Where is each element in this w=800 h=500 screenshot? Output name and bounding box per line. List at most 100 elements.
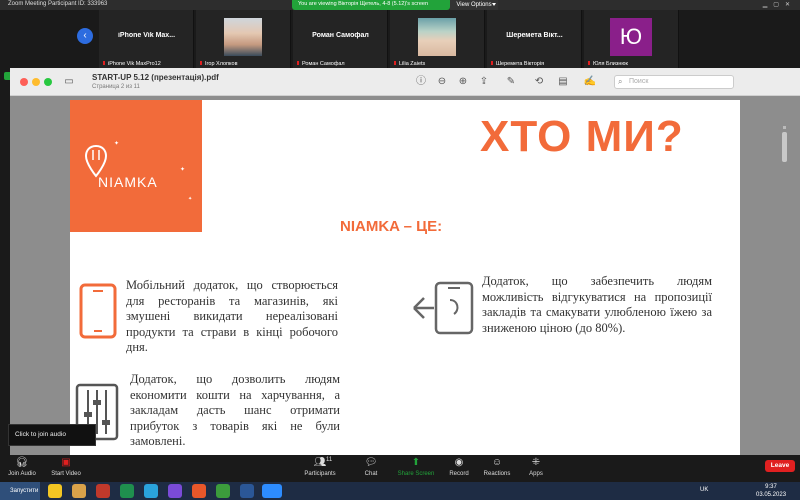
participants-icon: 👥︎	[313, 457, 327, 468]
page-info: Страница 2 из 11	[92, 84, 140, 90]
preview-toolbar: ▭ START-UP 5.12 (презентація).pdf Страни…	[10, 68, 800, 96]
logo-text: NIAMKA	[98, 174, 158, 190]
zoom-window-title: Zoom Meeting Participant ID: 333963	[8, 1, 108, 7]
telegram-icon[interactable]	[144, 484, 158, 498]
sharing-banner: You are viewing Вікторія Щетель, 4-8 (5.…	[292, 0, 450, 10]
slide-subtitle: NIAMKA – ЦЕ:	[340, 218, 443, 235]
participant-label: Роман Самофал	[302, 61, 345, 67]
video-off-icon: ▣	[61, 457, 71, 468]
clock-time: 9:37	[765, 484, 777, 490]
participant-name: iPhone Vik Max...	[117, 32, 176, 39]
search-placeholder: Поиск	[629, 78, 649, 85]
share-icon[interactable]: ⇪	[477, 75, 491, 89]
participant-tile[interactable]: Роман Самофал Роман Самофал	[293, 10, 388, 68]
join-audio-button[interactable]: 🎧︎ Join Audio	[6, 457, 38, 477]
leave-button[interactable]: Leave	[765, 460, 795, 472]
clock-date: 03.05.2023	[756, 492, 787, 498]
participant-tile[interactable]: iPhone Vik Max... iPhone Vik MaxPro12	[99, 10, 194, 68]
share-screen-button[interactable]: ⬆ Share Screen	[396, 457, 436, 477]
start-video-label: Start Video	[51, 471, 81, 477]
scrollbar-thumb[interactable]	[782, 132, 787, 162]
search-icon: ⌕	[618, 77, 623, 86]
participant-video	[224, 18, 262, 56]
apps-button[interactable]: ⁜ Apps	[524, 457, 548, 477]
tablet-icon	[79, 283, 117, 339]
feature-text: Мобільний додаток, що створюється для ре…	[126, 278, 338, 354]
minimize-window-button[interactable]	[32, 78, 40, 86]
participant-tile[interactable]: Lilia Zaiets	[390, 10, 485, 68]
markup-pen-icon[interactable]: ✎	[504, 75, 518, 89]
reactions-button[interactable]: ☺ Reactions	[482, 457, 512, 477]
scroll-up-arrow[interactable]	[783, 126, 786, 129]
start-button[interactable]: Запустити	[0, 482, 40, 500]
torrent-icon[interactable]	[216, 484, 230, 498]
info-icon[interactable]: ⓘ	[414, 75, 428, 89]
zoom-app-icon[interactable]	[262, 484, 282, 498]
headphones-icon: 🎧︎	[15, 457, 29, 468]
annotate-icon[interactable]: ✍	[583, 75, 597, 89]
chevron-down-icon	[492, 3, 496, 6]
search-input[interactable]: ⌕ Поиск	[614, 75, 734, 89]
slide-title: ХТО МИ?	[480, 112, 684, 161]
zoom-meeting-controls: 🎧︎ Join Audio ▣ Start Video 👥︎ 11 Partic…	[0, 455, 800, 482]
participant-tile[interactable]: Ігор Хлопков	[196, 10, 291, 68]
join-audio-tooltip: Click to join audio	[8, 424, 96, 446]
sidebar-toggle-icon[interactable]: ▭	[62, 75, 76, 89]
start-label: Запустити	[10, 488, 39, 494]
participant-label: Шеремета Вікторія	[496, 61, 545, 67]
viber-icon[interactable]	[168, 484, 182, 498]
record-button[interactable]: ◉ Record	[446, 457, 472, 477]
participant-avatar: Ю	[610, 18, 652, 56]
participant-label: Юля Близнюк	[593, 61, 628, 67]
window-controls[interactable]: ▁▢✕	[763, 1, 796, 8]
chat-icon: 💬︎	[364, 457, 378, 468]
view-options-button[interactable]: View Options	[450, 0, 498, 10]
maximize-window-button[interactable]	[44, 78, 52, 86]
folder-icon[interactable]	[72, 484, 86, 498]
feature-text: Додаток, що забезпечить людям можливість…	[482, 274, 712, 335]
file-explorer-icon[interactable]	[48, 484, 62, 498]
participant-name: Роман Самофал	[312, 32, 369, 39]
start-video-button[interactable]: ▣ Start Video	[48, 457, 84, 477]
document-viewport[interactable]: NIAMKA ✦ ✦ ✦ ХТО МИ? NIAMKA – ЦЕ: Мобіль…	[10, 96, 800, 455]
share-screen-label: Share Screen	[397, 471, 435, 477]
firefox-icon[interactable]	[192, 484, 206, 498]
location-pin-icon	[84, 144, 108, 178]
participant-name: Шеремета Вікт...	[506, 32, 563, 39]
zoom-out-icon[interactable]: ⊖	[435, 75, 449, 89]
media-player-icon[interactable]	[96, 484, 110, 498]
apps-label: Apps	[529, 471, 543, 477]
windows-taskbar: Запустити UK 9:37 03.05.2023	[0, 482, 800, 500]
chat-label: Chat	[364, 471, 378, 477]
feature-text: Додаток, що дозволить людям економити ко…	[130, 372, 340, 448]
phone-touch-icon	[413, 281, 474, 335]
zoom-titlebar: Zoom Meeting Participant ID: 333963 You …	[0, 0, 800, 10]
participant-tile[interactable]: Ю Юля Близнюк	[584, 10, 679, 68]
prev-page-button[interactable]: ‹	[77, 28, 93, 44]
sparkle-icon: ✦	[114, 141, 120, 147]
participant-tile[interactable]: Шеремета Вікт... Шеремета Вікторія	[487, 10, 582, 68]
chat-button[interactable]: 💬︎ Chat	[358, 457, 384, 477]
edge-browser-icon[interactable]	[120, 484, 134, 498]
language-indicator[interactable]: UK	[700, 487, 708, 493]
join-audio-label: Join Audio	[8, 471, 36, 477]
close-window-button[interactable]	[20, 78, 28, 86]
leave-label: Leave	[770, 462, 790, 469]
sparkle-icon: ✦	[180, 167, 186, 173]
word-icon[interactable]	[240, 484, 254, 498]
tooltip-text: Click to join audio	[15, 431, 66, 438]
sharing-banner-text: You are viewing Вікторія Щетель, 4-8 (5.…	[298, 1, 428, 7]
zoom-in-icon[interactable]: ⊕	[456, 75, 470, 89]
logo-block: NIAMKA ✦ ✦ ✦	[70, 100, 202, 232]
highlight-icon[interactable]: ▤	[556, 75, 570, 89]
view-options-label: View Options	[456, 2, 492, 8]
sparkle-icon: ✦	[188, 196, 193, 202]
participant-label: Lilia Zaiets	[399, 61, 426, 67]
mic-muted-icon	[297, 61, 299, 65]
participant-label: Ігор Хлопков	[205, 61, 238, 67]
participants-button[interactable]: 👥︎ 11 Participants	[302, 457, 338, 477]
system-clock[interactable]: 9:37 03.05.2023	[756, 483, 786, 499]
record-label: Record	[449, 471, 469, 477]
reactions-icon: ☺	[491, 457, 503, 468]
rotate-icon[interactable]: ⟲	[532, 75, 546, 89]
